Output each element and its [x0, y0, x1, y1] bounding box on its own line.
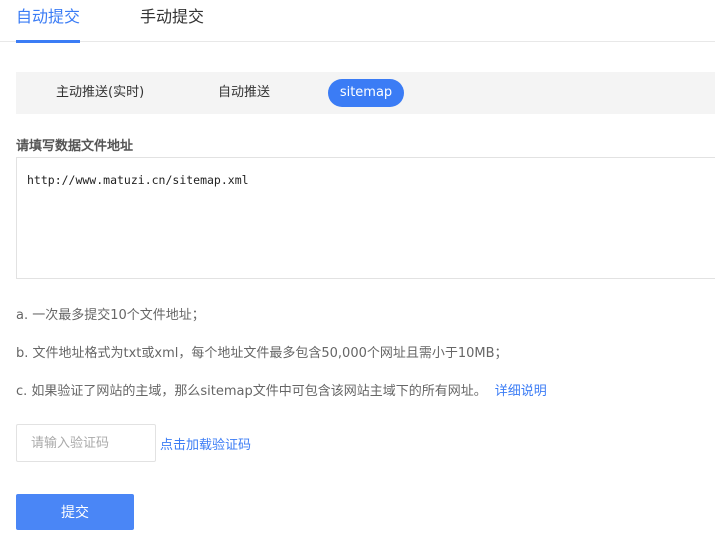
note-b: b. 文件地址格式为txt或xml，每个地址文件最多包含50,000个网址且需小…	[16, 342, 508, 361]
note-c: c. 如果验证了网站的主域，那么sitemap文件中可包含该网站主域下的所有网址…	[16, 380, 547, 399]
tab-manual-submit[interactable]: 手动提交	[140, 6, 206, 42]
sitemap-submit-page: 自动提交 手动提交 主动推送(实时) 自动推送 sitemap 请填写数据文件地…	[0, 0, 715, 539]
section-title: 请填写数据文件地址	[16, 139, 134, 154]
details-link[interactable]: 详细说明	[495, 384, 547, 399]
subtab-sitemap[interactable]: sitemap	[328, 79, 404, 107]
tab-auto-submit[interactable]: 自动提交	[16, 6, 81, 43]
tab-manual-submit-label: 手动提交	[140, 7, 205, 26]
active-tab-underline	[16, 40, 80, 43]
sub-tabs-bar: 主动推送(实时) 自动推送 sitemap	[16, 72, 715, 114]
captcha-input[interactable]	[16, 424, 156, 462]
load-captcha-link[interactable]: 点击加载验证码	[160, 434, 251, 453]
sitemap-url-textarea[interactable]	[16, 157, 715, 279]
top-tabs: 自动提交 手动提交	[0, 0, 715, 43]
tab-auto-submit-label: 自动提交	[16, 7, 81, 26]
note-a: a. 一次最多提交10个文件地址；	[16, 304, 205, 323]
note-c-text: c. 如果验证了网站的主域，那么sitemap文件中可包含该网站主域下的所有网址…	[16, 384, 487, 399]
note-b-text: b. 文件地址格式为txt或xml，每个地址文件最多包含50,000个网址且需小…	[16, 346, 508, 361]
subtab-auto-push[interactable]: 自动推送	[218, 79, 270, 107]
submit-button[interactable]: 提交	[16, 494, 134, 530]
note-a-text: a. 一次最多提交10个文件地址；	[16, 308, 205, 323]
subtab-active-push[interactable]: 主动推送(实时)	[56, 79, 144, 107]
